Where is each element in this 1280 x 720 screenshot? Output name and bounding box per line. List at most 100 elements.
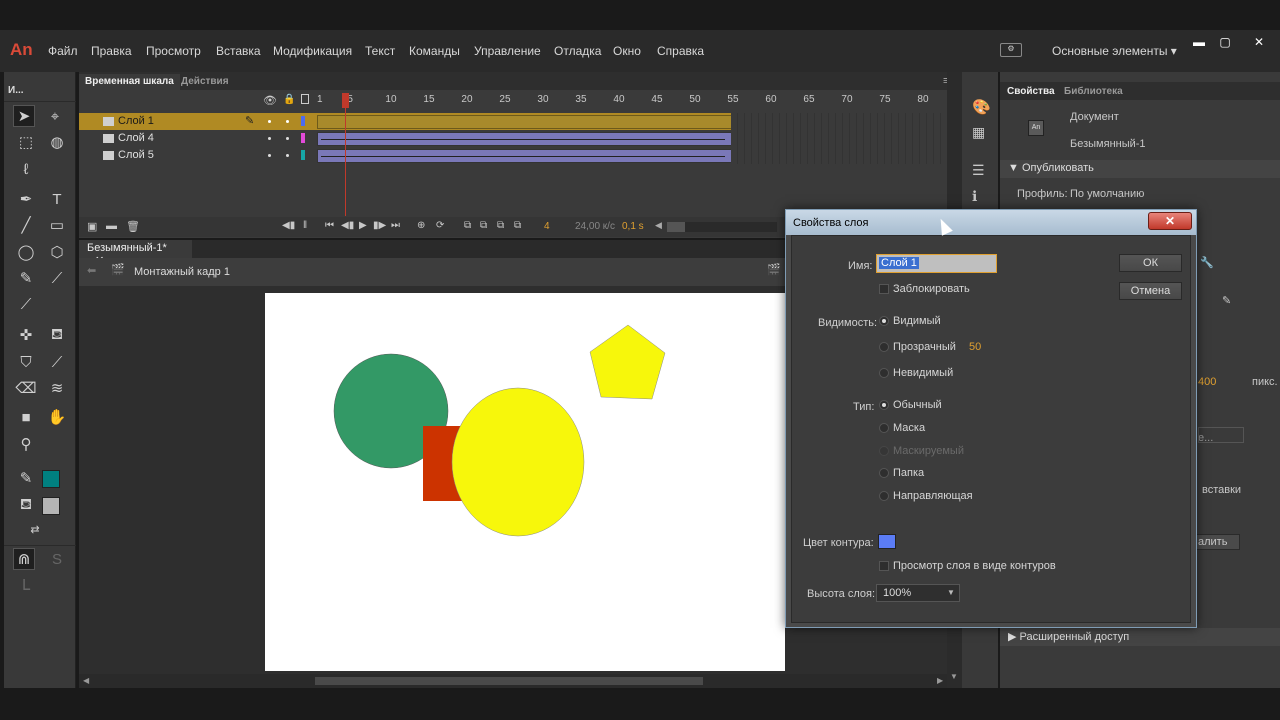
type-guide-radio[interactable]: [879, 491, 889, 501]
new-layer-icon[interactable]: ▣: [87, 220, 97, 233]
scroll-left-arrow-icon[interactable]: ◀: [83, 676, 89, 685]
layer-name[interactable]: Слой 4: [118, 132, 154, 144]
eyedropper-icon[interactable]: ⟋: [46, 351, 68, 373]
step-forward-icon[interactable]: ▮▶: [373, 220, 386, 231]
visibility-eye-icon[interactable]: 👁: [263, 94, 277, 107]
center-frame-icon[interactable]: ⊕: [417, 220, 425, 231]
eraser-tool-icon[interactable]: ⌫: [15, 377, 37, 399]
empty-frames-area[interactable]: [731, 113, 947, 164]
loop-playback-icon[interactable]: ⟳: [436, 220, 444, 231]
cancel-button[interactable]: Отмена: [1119, 282, 1182, 300]
go-first-frame-icon[interactable]: ⏮: [325, 220, 334, 231]
swap-colors-icon[interactable]: ⇄: [24, 518, 46, 540]
pencil-tool-icon[interactable]: ✎: [15, 267, 37, 289]
visible-radio[interactable]: [879, 316, 889, 326]
menu-text[interactable]: Текст: [365, 44, 395, 58]
oval-tool-icon[interactable]: ◯: [15, 241, 37, 263]
transparency-value[interactable]: 50: [969, 341, 981, 353]
layer-color-swatch[interactable]: [301, 133, 305, 143]
width-tool-icon[interactable]: ≋: [46, 377, 68, 399]
invisible-radio[interactable]: [879, 368, 889, 378]
stage-width-partial[interactable]: 400: [1198, 376, 1216, 388]
frame-ruler[interactable]: 1 5 10 15 20 25 30 35 40 45 50 55 60 65 70 75 80: [315, 90, 947, 110]
type-folder-radio[interactable]: [879, 468, 889, 478]
current-frame[interactable]: 4: [544, 221, 550, 232]
fill-color-icon[interactable]: ⛾: [15, 494, 37, 516]
shape-pentagon[interactable]: [589, 324, 666, 400]
type-mask-radio[interactable]: [879, 423, 889, 433]
view-outlines-checkbox[interactable]: [879, 561, 889, 571]
edit-multiple-icon[interactable]: ⧉: [497, 220, 504, 231]
eyedropper-small-icon[interactable]: ✎: [1222, 294, 1234, 307]
outline-mode-icon[interactable]: [301, 94, 309, 104]
stage-canvas[interactable]: [265, 293, 785, 671]
subselection-tool-icon[interactable]: ⌖: [44, 105, 66, 127]
step-back-icon[interactable]: ◀▮: [341, 220, 354, 231]
scroll-right-arrow-icon[interactable]: ▶: [937, 676, 943, 685]
go-last-frame-icon[interactable]: ⏭: [391, 220, 400, 231]
modify-markers-icon[interactable]: ⧉: [514, 220, 521, 231]
scroll-left-icon[interactable]: ◀: [655, 220, 662, 231]
rectangle-tool-icon[interactable]: ▭: [46, 214, 68, 236]
polystar-tool-icon[interactable]: ⬡: [46, 241, 68, 263]
paint-bucket-icon[interactable]: ⛾: [46, 324, 68, 346]
elapsed-time[interactable]: 0,1 s: [622, 221, 644, 232]
hand-tool-icon[interactable]: ✋: [46, 406, 68, 428]
swatches-icon[interactable]: ▦: [972, 124, 985, 141]
free-transform-icon[interactable]: ⬚: [15, 131, 37, 153]
document-tab[interactable]: Безымянный-1* ✕: [79, 240, 192, 267]
bone-tool-icon[interactable]: ✜: [15, 324, 37, 346]
selection-tool-icon[interactable]: ➤: [13, 105, 35, 127]
line-tool-icon[interactable]: ╱: [15, 214, 37, 236]
tab-library[interactable]: Библиотека: [1064, 86, 1123, 97]
pen-tool-icon[interactable]: ✒: [15, 188, 37, 210]
color-panel-icon[interactable]: 🎨: [972, 98, 991, 116]
snap-to-objects-icon[interactable]: ⋒: [13, 548, 35, 570]
horizontal-scrollbar[interactable]: ◀ ▶: [79, 674, 947, 688]
delete-layer-icon[interactable]: 🗑: [126, 220, 140, 233]
onion-skin-icon[interactable]: ⧉: [464, 220, 471, 231]
maximize-button[interactable]: ▢: [1214, 35, 1236, 49]
hscroll-thumb[interactable]: [315, 677, 703, 685]
section-publish[interactable]: ▼ Опубликовать: [1000, 160, 1280, 178]
menu-window[interactable]: Окно: [613, 44, 641, 58]
info-icon[interactable]: ℹ: [972, 188, 977, 205]
playhead-handle[interactable]: [342, 93, 349, 108]
lock-checkbox[interactable]: [879, 284, 889, 294]
menu-file[interactable]: Файл: [48, 44, 78, 58]
brush-tool-icon[interactable]: ⟋: [46, 267, 68, 289]
tab-timeline[interactable]: Временная шкала: [79, 74, 180, 90]
paint-brush-icon[interactable]: ⟋: [15, 293, 37, 315]
pause-icon[interactable]: ‖: [303, 220, 307, 231]
align-icon[interactable]: ☰: [972, 162, 985, 179]
menu-help[interactable]: Справка: [657, 44, 704, 58]
layer-color-swatch[interactable]: [301, 116, 305, 126]
zoom-tool-icon[interactable]: ⚲: [15, 433, 37, 455]
layer-frames[interactable]: [317, 132, 733, 146]
menu-commands[interactable]: Команды: [409, 44, 460, 58]
close-window-button[interactable]: ✕: [1248, 35, 1270, 49]
menu-control[interactable]: Управление: [474, 44, 541, 58]
layer-name[interactable]: Слой 1: [118, 115, 154, 127]
camera-tool-icon[interactable]: ■: [15, 406, 37, 428]
frame-rate[interactable]: 24,00 к/с: [575, 221, 615, 232]
lasso-tool-icon[interactable]: ℓ: [15, 158, 37, 180]
text-tool-icon[interactable]: T: [46, 188, 68, 210]
stroke-color-swatch[interactable]: [42, 470, 60, 488]
delete-button-partial[interactable]: алить: [1198, 536, 1227, 548]
type-normal-radio[interactable]: [879, 400, 889, 410]
layer-height-select[interactable]: 100% ▼: [876, 584, 960, 602]
dialog-titlebar[interactable]: Свойства слоя ✕: [786, 210, 1196, 235]
tab-properties[interactable]: Свойства: [1007, 86, 1055, 97]
onion-outlines-icon[interactable]: ⧉: [480, 220, 487, 231]
section-advanced[interactable]: ▶ Расширенный доступ: [1000, 628, 1280, 646]
lock-icon[interactable]: 🔒: [283, 94, 295, 105]
layer-name[interactable]: Слой 5: [118, 149, 154, 161]
layer-name-input[interactable]: Слой 1: [876, 254, 997, 273]
sync-settings-icon[interactable]: ⚙: [1000, 43, 1022, 57]
menu-view[interactable]: Просмотр: [146, 44, 201, 58]
timeline-hscroll-thumb[interactable]: [667, 222, 685, 232]
tab-actions[interactable]: Действия: [175, 74, 235, 90]
scene-clapper-icon[interactable]: 🎬: [767, 263, 781, 276]
loop-icon[interactable]: ◀▮: [282, 220, 295, 231]
